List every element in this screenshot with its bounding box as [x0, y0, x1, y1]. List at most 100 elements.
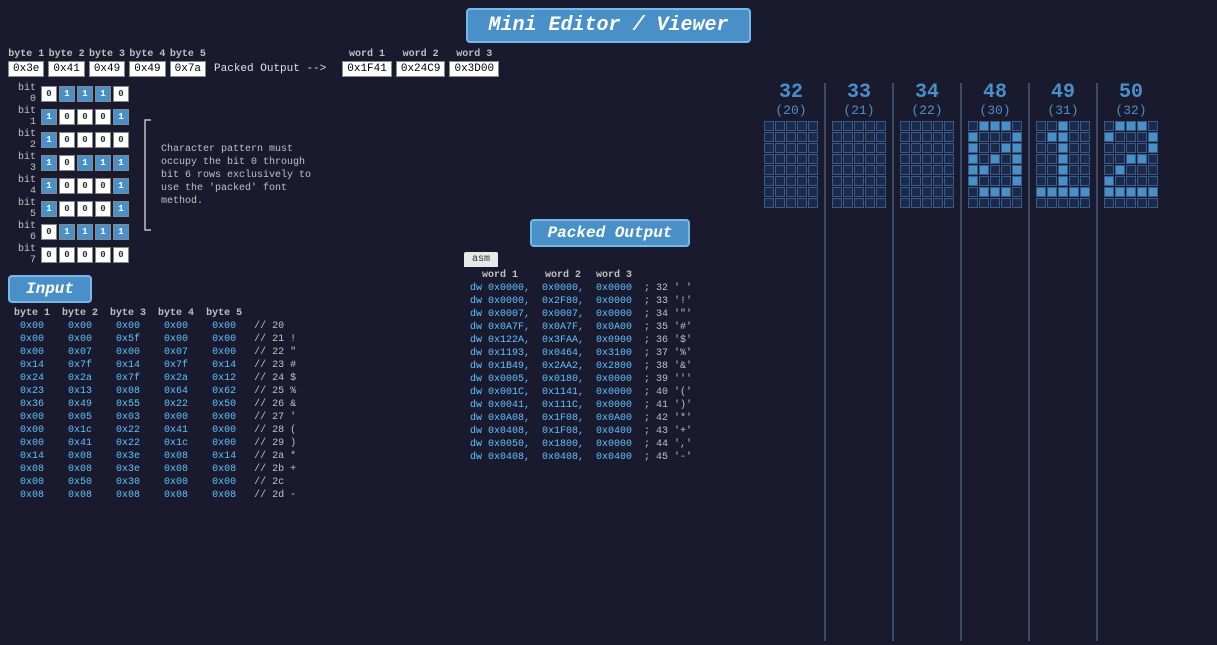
bit-row-label: bit 5 [8, 198, 36, 220]
char-pixel [933, 165, 943, 175]
char-pixel [775, 176, 785, 186]
char-pixel [1137, 121, 1147, 131]
char-pixel [911, 132, 921, 142]
bit-cell[interactable]: 0 [95, 247, 111, 263]
right-panel: 32(20)33(21)34(22)48(30)49(31)50(32) [760, 79, 1217, 645]
table-cell: // 2a * [248, 450, 302, 463]
bit-cell[interactable]: 1 [113, 178, 129, 194]
bracket-note: Character pattern must occupy the bit 0 … [161, 143, 321, 208]
char-pixel [876, 132, 886, 142]
bit-cell[interactable]: 0 [41, 224, 57, 240]
table-cell: 0x00 [8, 476, 56, 489]
bit-cell[interactable]: 0 [77, 132, 93, 148]
char-pixel [854, 165, 864, 175]
char-pixel [1001, 121, 1011, 131]
bit-cell[interactable]: 0 [113, 86, 129, 102]
asm-tab[interactable]: asm [464, 252, 498, 267]
char-pixel [854, 132, 864, 142]
input-col-header: byte 5 [200, 307, 248, 320]
bit-cell[interactable]: 1 [41, 132, 57, 148]
bit-cell[interactable]: 0 [113, 132, 129, 148]
table-cell: 0x0000 [590, 373, 638, 386]
bit-cell[interactable]: 0 [77, 178, 93, 194]
table-cell: 0x00 [8, 320, 56, 333]
bit-cell[interactable]: 1 [59, 224, 75, 240]
char-pixel [1058, 132, 1068, 142]
packed-output-table-scroll[interactable]: word 1word 2word 3 dw 0x0000,0x0000,0x00… [464, 269, 756, 464]
bit-cell[interactable]: 0 [59, 109, 75, 125]
char-pixel [797, 132, 807, 142]
char-pixel [876, 154, 886, 164]
bit-cell[interactable]: 0 [95, 201, 111, 217]
table-row: dw 0x0000,0x2F80,0x0000; 33 '!' [464, 295, 698, 308]
table-cell: 0x08 [200, 463, 248, 476]
bit-cell[interactable]: 1 [77, 224, 93, 240]
bit-cell[interactable]: 0 [59, 201, 75, 217]
bit-cell[interactable]: 0 [59, 132, 75, 148]
char-pixel [1148, 187, 1158, 197]
char-pixel [854, 198, 864, 208]
bit-cell[interactable]: 0 [95, 178, 111, 194]
table-cell: 0x00 [200, 333, 248, 346]
bit-cell[interactable]: 0 [95, 132, 111, 148]
bit-cell[interactable]: 0 [77, 247, 93, 263]
char-pixel [775, 187, 785, 197]
table-cell: ; 32 ' ' [638, 282, 698, 295]
char-pixel [1148, 132, 1158, 142]
bit-cell[interactable]: 0 [59, 155, 75, 171]
bit-row-2: bit 210000 [8, 129, 129, 151]
table-cell: 0x111C, [536, 399, 590, 412]
char-pixel [911, 121, 921, 131]
bit-cell[interactable]: 1 [41, 155, 57, 171]
bit-cell[interactable]: 1 [59, 86, 75, 102]
table-cell: 0x14 [200, 450, 248, 463]
bit-cell[interactable]: 1 [41, 201, 57, 217]
bit-cell[interactable]: 1 [77, 86, 93, 102]
bit-cell[interactable]: 1 [113, 224, 129, 240]
bit-cell[interactable]: 1 [95, 155, 111, 171]
char-pixel [764, 187, 774, 197]
bit-cell[interactable]: 1 [113, 109, 129, 125]
char-pixel [911, 198, 921, 208]
bit-cell[interactable]: 1 [95, 86, 111, 102]
word-col-1: word 2 0x24C9 [396, 49, 446, 77]
table-cell: ; 35 '#' [638, 321, 698, 334]
bit-cell[interactable]: 0 [95, 109, 111, 125]
char-pixel [1069, 198, 1079, 208]
bit-cell[interactable]: 0 [59, 178, 75, 194]
table-row: 0x360x490x550x220x50// 26 & [8, 398, 302, 411]
char-pixel [922, 187, 932, 197]
bit-cell[interactable]: 0 [113, 247, 129, 263]
bit-cell[interactable]: 1 [95, 224, 111, 240]
char-pixel [1115, 187, 1125, 197]
table-cell: 0x0000 [590, 386, 638, 399]
table-cell: // 2c [248, 476, 302, 489]
bit-cell[interactable]: 1 [113, 201, 129, 217]
bit-cell[interactable]: 1 [77, 155, 93, 171]
input-table-scroll[interactable]: byte 1byte 2byte 3byte 4byte 5 0x000x000… [8, 307, 452, 502]
table-cell: 0x0180, [536, 373, 590, 386]
bit-row-label: bit 6 [8, 221, 36, 243]
char-pixel [1126, 154, 1136, 164]
char-pixel [1069, 165, 1079, 175]
char-pixel [876, 143, 886, 153]
table-cell: 0x0000, [536, 282, 590, 295]
char-pixel [808, 176, 818, 186]
bit-cell[interactable]: 0 [77, 109, 93, 125]
bit-cell[interactable]: 0 [59, 247, 75, 263]
bit-cell[interactable]: 0 [41, 247, 57, 263]
char-pixel [1080, 176, 1090, 186]
bit-cell[interactable]: 1 [41, 109, 57, 125]
bit-cell[interactable]: 0 [77, 201, 93, 217]
bit-cell[interactable]: 1 [113, 155, 129, 171]
word-col-0: word 1 0x1F41 [342, 49, 392, 77]
bit-cell[interactable]: 0 [41, 86, 57, 102]
table-cell: 0x00 [200, 476, 248, 489]
bit-cell[interactable]: 1 [41, 178, 57, 194]
char-pixel [854, 187, 864, 197]
char-pixel [1126, 176, 1136, 186]
char-pixel-grid [900, 121, 954, 208]
char-pixel [1036, 132, 1046, 142]
table-row: dw 0x0000,0x0000,0x0000; 32 ' ' [464, 282, 698, 295]
table-cell: 0x7f [104, 372, 152, 385]
